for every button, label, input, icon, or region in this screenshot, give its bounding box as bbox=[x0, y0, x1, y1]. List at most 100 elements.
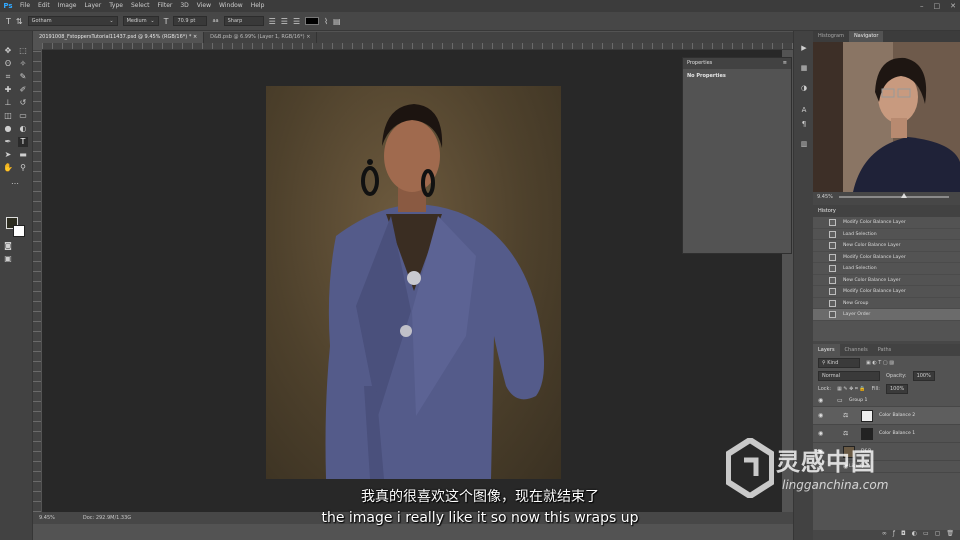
layer-kind-filter[interactable]: ⚲ Kind bbox=[818, 357, 860, 368]
align-right-icon[interactable]: ☰ bbox=[293, 17, 300, 26]
brush-tool-icon[interactable]: ✐ bbox=[18, 85, 28, 95]
eyedropper-tool-icon[interactable]: ✎ bbox=[18, 72, 28, 82]
crop-tool-icon[interactable]: ⌗ bbox=[3, 72, 13, 82]
history-item[interactable]: Load Selection bbox=[813, 229, 960, 240]
magic-wand-tool-icon[interactable]: ✧ bbox=[18, 59, 28, 69]
new-layer-icon[interactable]: ▢ bbox=[935, 530, 941, 540]
zoom-slider[interactable] bbox=[838, 193, 949, 198]
navigator-preview[interactable] bbox=[813, 42, 960, 192]
history-item-selected[interactable]: Layer Order bbox=[813, 309, 960, 321]
menu-3d[interactable]: 3D bbox=[176, 0, 192, 12]
font-family-select[interactable]: Gotham ⌄ bbox=[27, 16, 118, 26]
eye-icon[interactable]: ◉ bbox=[818, 407, 823, 425]
menu-type[interactable]: Type bbox=[105, 0, 127, 12]
text-color-swatch[interactable] bbox=[305, 17, 320, 25]
fx-icon[interactable]: ƒ bbox=[893, 530, 895, 540]
history-brush-tool-icon[interactable]: ↺ bbox=[18, 98, 28, 108]
zoom-tool-icon[interactable]: ⚲ bbox=[18, 163, 28, 173]
history-item[interactable]: Modify Color Balance Layer bbox=[813, 252, 960, 263]
pen-tool-icon[interactable]: ✒ bbox=[3, 137, 13, 147]
history-item[interactable]: Modify Color Balance Layer bbox=[813, 217, 960, 229]
opacity-input[interactable]: 100% bbox=[912, 370, 935, 381]
menu-file[interactable]: File bbox=[16, 0, 34, 12]
character-icon[interactable]: A bbox=[799, 105, 809, 115]
blur-tool-icon[interactable]: ● bbox=[3, 124, 13, 134]
dodge-tool-icon[interactable]: ◐ bbox=[18, 124, 28, 134]
new-group-icon[interactable]: ▭ bbox=[923, 530, 929, 540]
layer-row-adjustment[interactable]: ◉ ⚖ Color Balance 2 bbox=[813, 407, 960, 425]
lasso-tool-icon[interactable]: ʘ bbox=[3, 59, 13, 69]
background-color-swatch[interactable] bbox=[13, 225, 25, 237]
link-layers-icon[interactable]: ∞ bbox=[882, 530, 887, 540]
close-icon[interactable]: × bbox=[193, 34, 197, 40]
menu-select[interactable]: Select bbox=[127, 0, 154, 12]
swatches-icon[interactable]: ▦ bbox=[799, 63, 809, 73]
history-step-icon bbox=[829, 219, 836, 226]
menu-view[interactable]: View bbox=[193, 0, 215, 12]
tab-layers[interactable]: Layers bbox=[813, 344, 840, 356]
menu-layer[interactable]: Layer bbox=[80, 0, 105, 12]
hand-tool-icon[interactable]: ✋ bbox=[3, 163, 13, 173]
stamp-tool-icon[interactable]: ⊥ bbox=[3, 98, 13, 108]
tab-document-2[interactable]: D&B.psb @ 6.99% (Layer 1, RGB/16*) × bbox=[204, 32, 318, 43]
font-style-select[interactable]: Medium ⌄ bbox=[122, 16, 159, 26]
layer-mask-thumbnail[interactable] bbox=[861, 410, 873, 422]
new-adjustment-icon[interactable]: ◐ bbox=[912, 530, 917, 540]
text-orientation-icon[interactable]: ⇅ bbox=[16, 17, 23, 26]
tab-channels[interactable]: Channels bbox=[840, 344, 873, 356]
lock-icons[interactable]: ▦ ✎ ✥ ⌗ 🔒 bbox=[837, 386, 866, 392]
history-item[interactable]: New Group bbox=[813, 298, 960, 309]
tab-histogram[interactable]: Histogram bbox=[813, 31, 849, 42]
history-item[interactable]: Load Selection bbox=[813, 263, 960, 275]
screen-mode-icon[interactable]: ▣ bbox=[3, 254, 13, 264]
align-left-icon[interactable]: ☰ bbox=[269, 17, 276, 26]
tab-navigator[interactable]: Navigator bbox=[848, 31, 884, 42]
antialias-select[interactable]: Sharp bbox=[223, 16, 264, 26]
adjustments-icon[interactable]: ◑ bbox=[799, 83, 809, 93]
mask-icon[interactable]: ◘ bbox=[901, 530, 906, 540]
align-center-icon[interactable]: ☰ bbox=[281, 17, 288, 26]
path-selection-tool-icon[interactable]: ➤ bbox=[3, 150, 13, 160]
history-item[interactable]: Modify Color Balance Layer bbox=[813, 286, 960, 298]
play-icon[interactable]: ▶ bbox=[799, 43, 809, 53]
history-item[interactable]: New Color Balance Layer bbox=[813, 240, 960, 252]
type-tool-icon[interactable]: T bbox=[6, 17, 11, 26]
close-icon[interactable]: × bbox=[306, 34, 310, 40]
tab-document-1[interactable]: 20191008_FstoppersTutorial11437.psd @ 9.… bbox=[33, 32, 205, 43]
healing-brush-tool-icon[interactable]: ✚ bbox=[3, 85, 13, 95]
menu-edit[interactable]: Edit bbox=[34, 0, 54, 12]
move-tool-icon[interactable]: ✥ bbox=[3, 46, 13, 56]
type-tool-icon[interactable]: T bbox=[18, 137, 28, 147]
eraser-tool-icon[interactable]: ◫ bbox=[3, 111, 13, 121]
character-panel-icon[interactable]: ▤ bbox=[333, 17, 341, 26]
more-tools-icon[interactable]: … bbox=[10, 177, 20, 187]
minimize-icon[interactable]: – bbox=[920, 0, 924, 12]
font-size-select[interactable]: 70.9 pt bbox=[173, 16, 208, 26]
warp-text-icon[interactable]: ⌇ bbox=[324, 17, 328, 26]
fill-input[interactable]: 100% bbox=[885, 383, 909, 394]
history-item[interactable]: New Color Balance Layer bbox=[813, 275, 960, 286]
close-icon[interactable]: ✕ bbox=[950, 0, 956, 12]
eye-icon[interactable]: ◉ bbox=[818, 395, 823, 407]
paragraph-icon[interactable]: ¶ bbox=[799, 119, 809, 129]
layer-row-group[interactable]: ◉ ▭ Group 1 bbox=[813, 395, 960, 407]
menu-image[interactable]: Image bbox=[54, 0, 81, 12]
libraries-icon[interactable]: ▥ bbox=[799, 139, 809, 149]
menu-window[interactable]: Window bbox=[215, 0, 247, 12]
blend-mode-select[interactable]: Normal bbox=[818, 370, 880, 381]
trash-icon[interactable]: 🗑 bbox=[946, 530, 954, 540]
zoom-slider-handle[interactable] bbox=[900, 193, 907, 198]
portrait-photo[interactable] bbox=[266, 86, 561, 479]
filter-icons[interactable]: ▣ ◐ T ▢ ▨ bbox=[866, 360, 894, 366]
gradient-tool-icon[interactable]: ▭ bbox=[18, 111, 28, 121]
quick-mask-icon[interactable]: ◙ bbox=[3, 241, 13, 251]
tab-paths[interactable]: Paths bbox=[873, 344, 897, 356]
panel-menu-icon[interactable]: ≡ bbox=[783, 58, 787, 69]
maximize-icon[interactable]: □ bbox=[934, 0, 941, 12]
menu-help[interactable]: Help bbox=[247, 0, 269, 12]
menu-filter[interactable]: Filter bbox=[154, 0, 177, 12]
shape-tool-icon[interactable]: ▬ bbox=[18, 150, 28, 160]
canvas-area[interactable] bbox=[42, 50, 782, 512]
navigator-zoom-value[interactable]: 9.45% bbox=[817, 194, 833, 200]
marquee-tool-icon[interactable]: ⬚ bbox=[18, 46, 28, 56]
